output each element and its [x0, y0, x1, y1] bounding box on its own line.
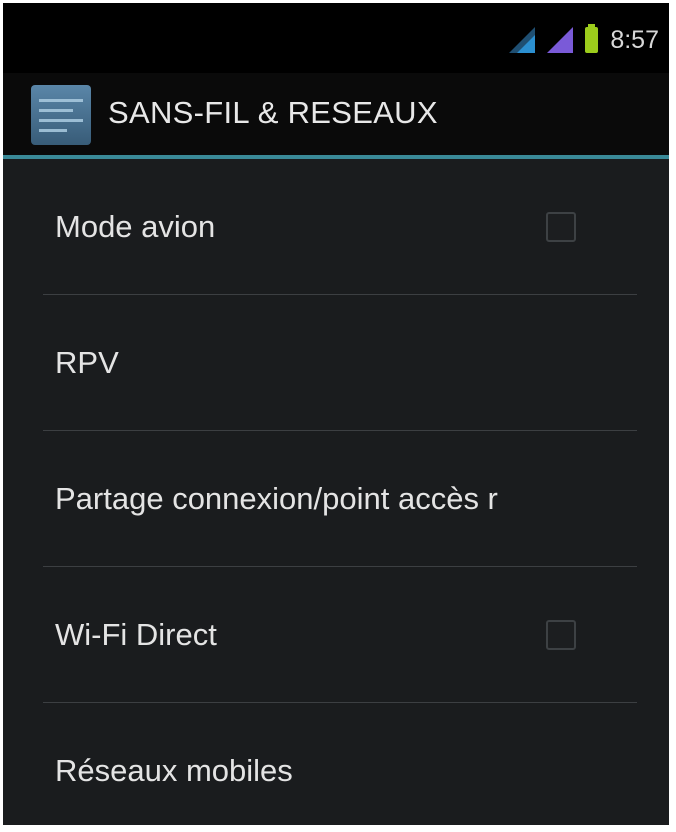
status-bar: 8:57 [3, 3, 669, 73]
settings-list: Mode avion RPV Partage connexion/point a… [3, 159, 669, 825]
wifi-direct-checkbox[interactable] [546, 620, 576, 650]
setting-label: Partage connexion/point accès r [55, 481, 498, 516]
signal-cellular-icon [547, 27, 574, 53]
setting-row-partage-connexion[interactable]: Partage connexion/point accès r [3, 431, 669, 567]
battery-icon [585, 24, 599, 53]
setting-label: RPV [55, 345, 119, 380]
signal-wifi-icon [509, 27, 536, 53]
wireless-settings-icon[interactable] [31, 85, 91, 145]
setting-label: Mode avion [55, 209, 216, 244]
page-title: SANS-FIL & RESEAUX [108, 95, 438, 130]
status-icons: 8:57 [509, 21, 659, 53]
mode-avion-checkbox[interactable] [546, 212, 576, 242]
status-clock: 8:57 [610, 26, 659, 54]
action-bar: SANS-FIL & RESEAUX [3, 73, 669, 159]
phone-screen: 8:57 SANS-FIL & RESEAUX Mode avion RPV P… [3, 3, 669, 825]
setting-label: Wi-Fi Direct [55, 617, 217, 652]
setting-label: Réseaux mobiles [55, 753, 293, 788]
setting-row-mode-avion[interactable]: Mode avion [3, 159, 669, 295]
setting-row-rpv[interactable]: RPV [3, 295, 669, 431]
setting-row-reseaux-mobiles[interactable]: Réseaux mobiles [3, 703, 669, 825]
setting-row-wifi-direct[interactable]: Wi-Fi Direct [3, 567, 669, 703]
